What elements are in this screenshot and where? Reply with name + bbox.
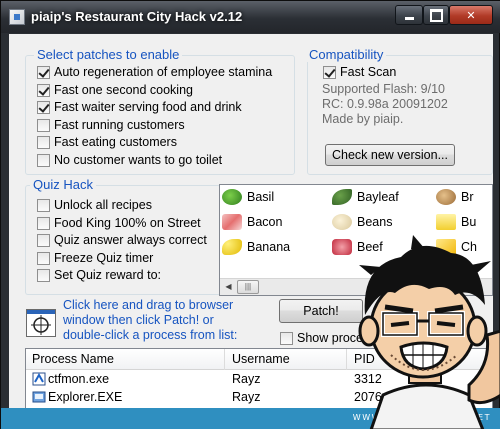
fast-scan-checkbox[interactable] xyxy=(323,65,336,79)
drag-line-3: double-click a process from list: xyxy=(63,328,238,342)
patch-stamina-label: Auto regeneration of employee stamina xyxy=(54,65,273,79)
crosshair-icon xyxy=(27,310,55,335)
title-bar[interactable]: piaip's Restaurant City Hack v2.12 ✕ xyxy=(1,1,500,33)
process-user: Rayz xyxy=(232,390,261,404)
scroll-thumb[interactable]: ||| xyxy=(237,280,259,294)
patch-toilet-label: No customer wants to go toilet xyxy=(54,153,223,167)
quiz-freeze-timer-checkbox[interactable] xyxy=(37,251,50,265)
ctfmon-icon xyxy=(32,372,46,386)
quiz-unlock-checkbox[interactable] xyxy=(37,198,50,212)
show-process-checkbox[interactable] xyxy=(280,331,293,345)
patches-legend: Select patches to enable xyxy=(34,47,183,62)
drag-instructions[interactable]: Click here and drag to browser window th… xyxy=(63,298,237,343)
app-window: piaip's Restaurant City Hack v2.12 ✕ Sel… xyxy=(0,0,500,429)
close-icon: ✕ xyxy=(466,9,476,22)
patch-eating[interactable]: Fast eating customers xyxy=(37,135,177,149)
quiz-legend: Quiz Hack xyxy=(30,177,96,192)
quiz-food-king[interactable]: Food King 100% on Street xyxy=(37,216,201,230)
minimize-button[interactable] xyxy=(395,5,423,25)
patch-cooking-checkbox[interactable] xyxy=(37,83,50,97)
recipe-label: Banana xyxy=(247,240,291,254)
patch-waiter[interactable]: Fast waiter serving food and drink xyxy=(37,100,242,114)
quiz-set-reward-checkbox[interactable] xyxy=(37,268,50,282)
patch-toilet-checkbox[interactable] xyxy=(37,153,50,167)
bayleaf-icon xyxy=(332,189,352,205)
window-finder-crosshair[interactable] xyxy=(26,309,56,337)
recipe-label: Beans xyxy=(357,215,393,229)
quiz-food-king-label: Food King 100% on Street xyxy=(54,216,201,230)
quiz-freeze-timer[interactable]: Freeze Quiz timer xyxy=(37,251,153,265)
recipe-label: Basil xyxy=(247,190,275,204)
patch-waiter-label: Fast waiter serving food and drink xyxy=(54,100,242,114)
patch-cooking-label: Fast one second cooking xyxy=(54,83,193,97)
banana-icon xyxy=(222,239,242,255)
close-button[interactable]: ✕ xyxy=(449,5,493,25)
drag-line-1: Click here and drag to browser xyxy=(63,298,234,312)
recipe-br[interactable]: Br xyxy=(436,189,474,205)
patch-cooking[interactable]: Fast one second cooking xyxy=(37,83,193,97)
patch-running-checkbox[interactable] xyxy=(37,118,50,132)
recipe-label: Br xyxy=(461,190,474,204)
quiz-food-king-checkbox[interactable] xyxy=(37,216,50,230)
made-by: Made by piaip. xyxy=(322,112,404,126)
app-icon[interactable] xyxy=(9,9,25,25)
bread-icon xyxy=(436,189,456,205)
explorer-icon xyxy=(32,391,46,403)
beans-icon xyxy=(332,214,352,230)
patch-toilet[interactable]: No customer wants to go toilet xyxy=(37,153,222,167)
bacon-icon xyxy=(222,214,242,230)
recipe-label: Bacon xyxy=(247,215,283,229)
quiz-unlock-label: Unlock all recipes xyxy=(54,198,152,212)
recipe-bu[interactable]: Bu xyxy=(436,214,476,230)
quiz-set-reward[interactable]: Set Quiz reward to: xyxy=(37,268,161,282)
process-user: Rayz xyxy=(232,372,261,386)
quiz-set-reward-label: Set Quiz reward to: xyxy=(54,268,161,282)
process-name: Explorer.EXE xyxy=(48,390,123,404)
process-name: ctfmon.exe xyxy=(48,372,110,386)
patch-eating-checkbox[interactable] xyxy=(37,135,50,149)
maximize-button[interactable] xyxy=(423,5,449,25)
fast-scan-label: Fast Scan xyxy=(340,65,397,79)
recipe-basil[interactable]: Basil xyxy=(222,189,274,205)
patch-eating-label: Fast eating customers xyxy=(54,135,177,149)
scroll-left-icon[interactable]: ◀ xyxy=(221,280,236,294)
recipe-banana[interactable]: Banana xyxy=(222,239,290,255)
beef-icon xyxy=(332,239,352,255)
patch-running-label: Fast running customers xyxy=(54,118,185,132)
recipe-label: Bayleaf xyxy=(357,190,399,204)
rc-version: RC: 0.9.98a 20091202 xyxy=(322,97,448,111)
patch-waiter-checkbox[interactable] xyxy=(37,100,50,114)
quiz-unlock-recipes[interactable]: Unlock all recipes xyxy=(37,198,152,212)
butter-icon xyxy=(436,214,456,230)
window-title: piaip's Restaurant City Hack v2.12 xyxy=(31,9,243,24)
fast-scan-option[interactable]: Fast Scan xyxy=(323,65,396,79)
recipe-label: Bu xyxy=(461,215,477,229)
recipe-beans[interactable]: Beans xyxy=(332,214,392,230)
patch-running[interactable]: Fast running customers xyxy=(37,118,185,132)
quiz-always-correct[interactable]: Quiz answer always correct xyxy=(37,233,207,247)
col-process-name[interactable]: Process Name xyxy=(32,352,114,366)
col-username[interactable]: Username xyxy=(232,352,290,366)
basil-icon xyxy=(222,189,242,205)
check-new-version-button[interactable]: Check new version... xyxy=(325,144,455,166)
supported-flash: Supported Flash: 9/10 xyxy=(322,82,445,96)
patch-stamina[interactable]: Auto regeneration of employee stamina xyxy=(37,65,272,79)
quiz-freeze-timer-label: Freeze Quiz timer xyxy=(54,251,154,265)
cartoon-mascot-image xyxy=(358,235,500,429)
patch-stamina-checkbox[interactable] xyxy=(37,65,50,79)
recipe-bacon[interactable]: Bacon xyxy=(222,214,282,230)
quiz-always-correct-checkbox[interactable] xyxy=(37,233,50,247)
drag-line-2: window then click Patch! or xyxy=(63,313,214,327)
quiz-always-correct-label: Quiz answer always correct xyxy=(54,233,207,247)
compat-legend: Compatibility xyxy=(306,47,387,62)
recipe-bayleaf[interactable]: Bayleaf xyxy=(332,189,399,205)
